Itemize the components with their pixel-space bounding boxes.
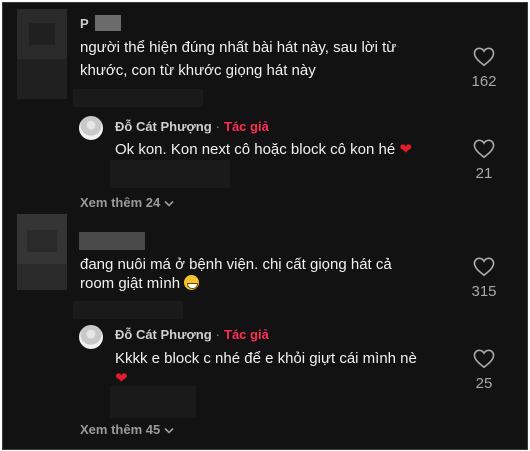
like-count: 315	[471, 283, 497, 300]
like-button[interactable]: 25	[464, 349, 504, 392]
like-button[interactable]: 21	[464, 139, 504, 182]
reply-avatar[interactable]	[79, 325, 103, 349]
like-count: 25	[475, 375, 493, 392]
author-badge: Tác giả	[224, 327, 269, 342]
heart-outline-icon	[473, 139, 495, 159]
like-count: 21	[475, 165, 493, 182]
redacted-block	[110, 386, 196, 418]
heart-emoji-icon: ❤	[115, 370, 128, 387]
comment-text-line: người thể hiện đúng nhất bài hát này, sa…	[80, 39, 397, 56]
comment-text-line: room giật mình	[80, 272, 200, 295]
separator-dot: ·	[215, 119, 220, 134]
reply-header: Đỗ Cát Phượng · Tác giả	[115, 327, 269, 342]
view-more-replies[interactable]: Xem thêm 24	[80, 195, 174, 210]
username-blur	[95, 15, 121, 31]
redacted-block	[110, 160, 230, 188]
view-more-replies[interactable]: Xem thêm 45	[80, 422, 174, 437]
reply-text: Ok kon. Kon next cô hoặc block cô kon hé…	[115, 138, 412, 161]
heart-outline-icon	[473, 257, 495, 277]
username-blur	[79, 232, 145, 250]
reply-text-content: Ok kon. Kon next cô hoặc block cô kon hé	[115, 141, 396, 158]
comment-text-content: room giật mình	[80, 275, 181, 292]
redacted-block	[73, 89, 203, 107]
reply-avatar[interactable]	[79, 116, 103, 140]
reply-username[interactable]: Đỗ Cát Phượng	[115, 119, 212, 134]
view-more-label: Xem thêm 45	[80, 422, 161, 437]
reply-username[interactable]: Đỗ Cát Phượng	[115, 327, 212, 342]
like-count: 162	[471, 73, 497, 90]
comments-panel: P người thể hiện đúng nhất bài hát này, …	[2, 2, 528, 450]
avatar-blur	[17, 264, 67, 290]
chevron-down-icon	[164, 427, 174, 434]
heart-emoji-icon: ❤	[399, 141, 412, 158]
reply-text: Kkkk e block c nhé để e khỏi giựt cái mì…	[115, 350, 417, 367]
comment-username[interactable]: P	[80, 16, 89, 31]
avatar[interactable]	[17, 214, 67, 264]
heart-outline-icon	[473, 349, 495, 369]
like-button[interactable]: 162	[464, 47, 504, 90]
avatar[interactable]	[17, 9, 67, 59]
separator-dot: ·	[215, 327, 220, 342]
heart-outline-icon	[473, 47, 495, 67]
author-badge: Tác giả	[224, 119, 269, 134]
redacted-block	[73, 301, 183, 319]
reply-header: Đỗ Cát Phượng · Tác giả	[115, 119, 269, 134]
like-button[interactable]: 315	[464, 257, 504, 300]
avatar-blur	[17, 59, 67, 99]
grinning-emoji-icon	[184, 275, 200, 290]
view-more-label: Xem thêm 24	[80, 195, 161, 210]
chevron-down-icon	[164, 200, 174, 207]
comment-text-line: khước, con từ khước giọng hát này	[80, 62, 316, 79]
